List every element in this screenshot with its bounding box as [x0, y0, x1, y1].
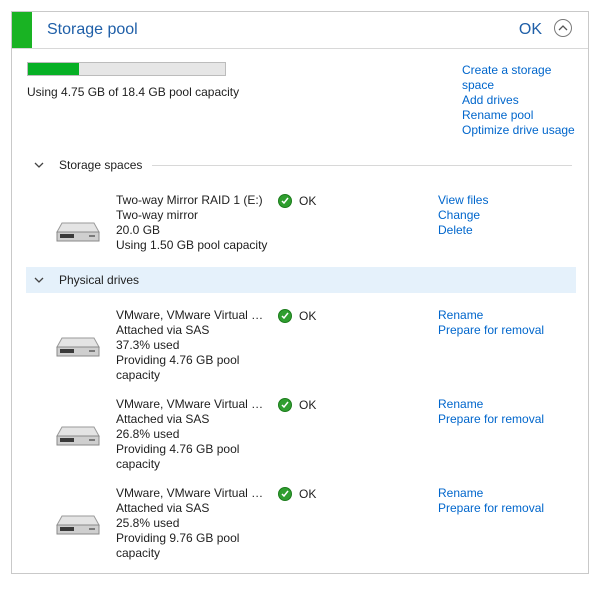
drive-providing: Providing 4.76 GB pool capacity: [116, 353, 240, 382]
hard-drive-icon: [56, 514, 100, 539]
check-circle-icon: [278, 193, 292, 208]
storage-space-type: Two-way mirror: [116, 208, 199, 222]
pool-capacity-text: Using 4.75 GB of 18.4 GB pool capacity: [27, 85, 240, 99]
storage-spaces-title: Storage spaces: [59, 158, 143, 172]
section-divider: [152, 164, 572, 166]
drive-used: 26.8% used: [116, 427, 180, 441]
page-title: Storage pool: [47, 21, 138, 38]
drive-name: VMware, VMware Virtual S...: [116, 486, 268, 500]
chevron-down-icon: [34, 162, 44, 168]
physical-drive-info: VMware, VMware Virtual S... Attached via…: [116, 397, 268, 472]
optimize-drive-usage-link[interactable]: Optimize drive usage: [462, 123, 587, 138]
check-circle-icon: [278, 486, 292, 501]
change-link[interactable]: Change: [438, 208, 488, 223]
hard-drive-icon: [56, 221, 100, 246]
hard-drive-icon: [56, 425, 100, 450]
chevron-up-icon[interactable]: [554, 19, 572, 37]
storage-space-status-label: OK: [299, 193, 317, 208]
storage-space-actions: View files Change Delete: [438, 193, 488, 238]
prepare-for-removal-link[interactable]: Prepare for removal: [438, 412, 544, 427]
delete-link[interactable]: Delete: [438, 223, 488, 238]
view-files-link[interactable]: View files: [438, 193, 488, 208]
drive-actions: Rename Prepare for removal: [438, 308, 544, 338]
drive-status-label: OK: [299, 308, 317, 323]
drive-used: 25.8% used: [116, 516, 180, 530]
pool-status: OK: [518, 21, 542, 38]
physical-drive-info: VMware, VMware Virtual S... Attached via…: [116, 308, 268, 383]
drive-name: VMware, VMware Virtual S...: [116, 397, 268, 411]
prepare-for-removal-link[interactable]: Prepare for removal: [438, 501, 544, 516]
drive-actions: Rename Prepare for removal: [438, 397, 544, 427]
drive-name: VMware, VMware Virtual S...: [116, 308, 268, 322]
storage-space-item: Two-way Mirror RAID 1 (E:) Two-way mirro…: [26, 193, 576, 273]
drive-connection: Attached via SAS: [116, 501, 210, 515]
pool-usage-fill: [28, 63, 79, 75]
drive-status-label: OK: [299, 397, 317, 412]
drive-status: OK: [278, 486, 316, 501]
drive-providing: Providing 4.76 GB pool capacity: [116, 442, 240, 471]
drive-providing: Providing 9.76 GB pool capacity: [116, 531, 240, 560]
drive-status-label: OK: [299, 486, 317, 501]
pool-actions: Create a storage space Add drives Rename…: [462, 63, 587, 138]
hard-drive-icon: [56, 336, 100, 361]
storage-spaces-header[interactable]: Storage spaces: [26, 152, 576, 178]
drive-actions: Rename Prepare for removal: [438, 486, 544, 516]
storage-space-name: Two-way Mirror RAID 1 (E:): [116, 193, 263, 207]
storage-space-size: 20.0 GB: [116, 223, 161, 237]
drive-connection: Attached via SAS: [116, 323, 210, 337]
rename-drive-link[interactable]: Rename: [438, 397, 544, 412]
storage-pool-panel: Storage pool OK Using 4.75 GB of 18.4 GB…: [11, 11, 589, 574]
storage-space-status: OK: [278, 193, 316, 208]
check-circle-icon: [278, 308, 292, 323]
physical-drives-title: Physical drives: [59, 273, 140, 287]
pool-usage-bar: [27, 62, 226, 76]
physical-drive-item: VMware, VMware Virtual S... Attached via…: [26, 308, 576, 388]
drive-used: 37.3% used: [116, 338, 180, 352]
drive-connection: Attached via SAS: [116, 412, 210, 426]
physical-drive-item: VMware, VMware Virtual S... Attached via…: [26, 397, 576, 477]
panel-header: Storage pool OK: [12, 12, 588, 49]
check-circle-icon: [278, 397, 292, 412]
add-drives-link[interactable]: Add drives: [462, 93, 587, 108]
rename-pool-link[interactable]: Rename pool: [462, 108, 587, 123]
status-accent-bar: [12, 12, 32, 48]
drive-status: OK: [278, 397, 316, 412]
chevron-down-icon: [34, 277, 44, 283]
storage-space-usage: Using 1.50 GB pool capacity: [116, 238, 268, 252]
physical-drives-header[interactable]: Physical drives: [26, 267, 576, 293]
rename-drive-link[interactable]: Rename: [438, 308, 544, 323]
drive-status: OK: [278, 308, 316, 323]
create-storage-space-link[interactable]: Create a storage space: [462, 63, 557, 93]
physical-drive-item: VMware, VMware Virtual S... Attached via…: [26, 486, 576, 566]
physical-drive-info: VMware, VMware Virtual S... Attached via…: [116, 486, 268, 561]
storage-space-info: Two-way Mirror RAID 1 (E:) Two-way mirro…: [116, 193, 268, 253]
rename-drive-link[interactable]: Rename: [438, 486, 544, 501]
prepare-for-removal-link[interactable]: Prepare for removal: [438, 323, 544, 338]
